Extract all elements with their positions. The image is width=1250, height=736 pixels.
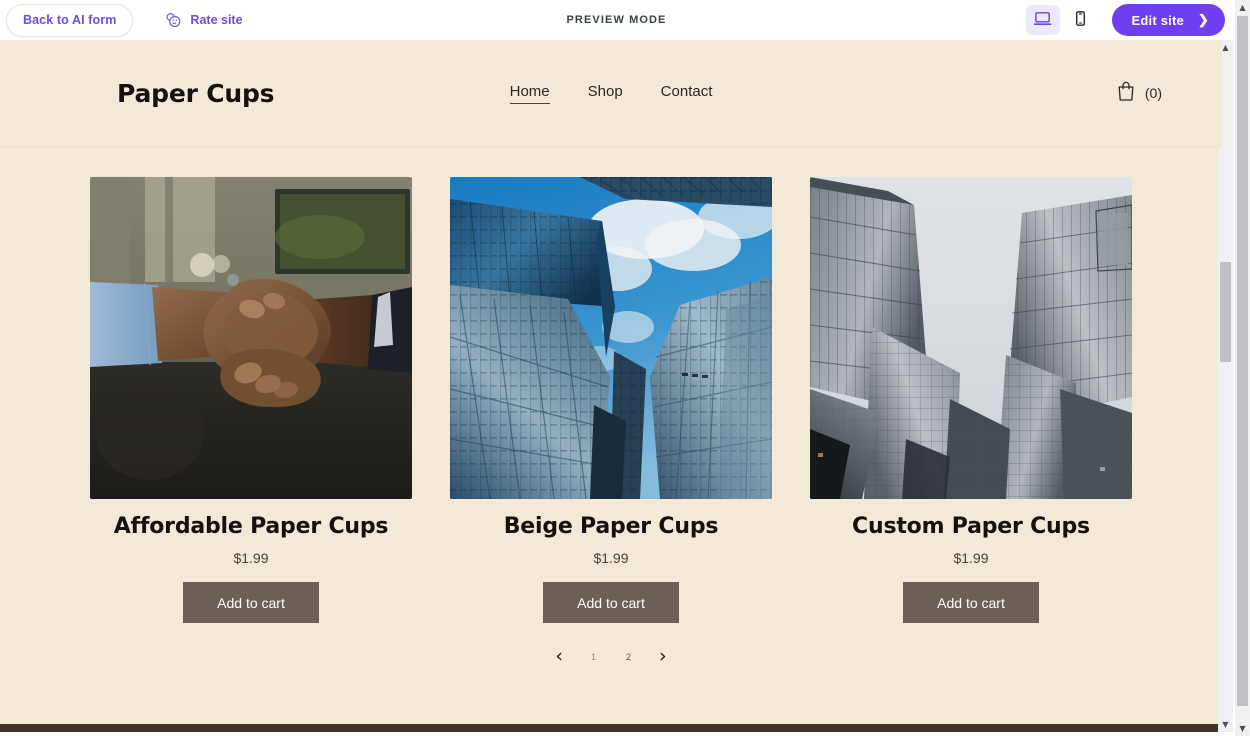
product-grid: Affordable Paper Cups $1.99 Add to cart [0,146,1222,623]
pagination-next-icon[interactable]: › [657,647,669,666]
rate-site-button[interactable]: Rate site [163,10,243,30]
product-card: Custom Paper Cups $1.99 Add to cart [810,177,1132,623]
product-card: Affordable Paper Cups $1.99 Add to cart [90,177,412,623]
previewed-website: Paper Cups Home Shop Contact (0) Afforda… [0,40,1222,732]
add-to-cart-button[interactable]: Add to cart [543,582,679,623]
smiley-faces-icon [163,10,183,30]
product-price: $1.99 [953,550,989,566]
product-title[interactable]: Affordable Paper Cups [90,514,412,539]
window-scrollbar-thumb[interactable] [1237,16,1248,706]
cart-count-label: (0) [1144,85,1162,101]
pagination-page-2[interactable]: 2 [622,652,635,662]
product-image-handshake[interactable] [90,177,412,499]
product-card: Beige Paper Cups $1.99 Add to cart [450,177,772,623]
desktop-view-toggle[interactable] [1025,5,1060,35]
nav-item-home[interactable]: Home [509,83,550,104]
nav-item-shop[interactable]: Shop [588,83,623,104]
product-price: $1.99 [233,550,269,566]
mobile-phone-icon [1071,9,1090,31]
scroll-down-icon[interactable]: ▼ [1218,717,1233,732]
back-to-ai-form-button[interactable]: Back to AI form [6,3,134,37]
cart-button[interactable]: (0) [1116,80,1162,107]
site-logo[interactable]: Paper Cups [117,79,275,108]
pagination-prev-icon[interactable]: ‹ [553,647,565,666]
product-title[interactable]: Beige Paper Cups [450,514,772,539]
rate-site-label: Rate site [190,13,243,27]
site-preview-viewport: Paper Cups Home Shop Contact (0) Afforda… [0,40,1222,732]
window-scroll-up-icon[interactable]: ▲ [1235,0,1250,15]
desktop-monitor-icon [1033,9,1052,31]
product-title[interactable]: Custom Paper Cups [810,514,1132,539]
nav-item-contact[interactable]: Contact [661,83,713,104]
site-header: Paper Cups Home Shop Contact (0) [0,40,1222,146]
product-price: $1.99 [593,550,629,566]
shopping-bag-icon [1116,80,1136,107]
chevron-right-icon: ❯ [1197,12,1209,27]
window-scroll-down-icon[interactable]: ▼ [1235,721,1250,736]
site-footer-strip [0,724,1222,732]
edit-site-button[interactable]: Edit site ❯ [1111,4,1225,36]
mobile-view-toggle[interactable] [1064,5,1098,35]
product-image-blue-skyscrapers[interactable] [450,177,772,499]
pagination-page-1[interactable]: 1 [587,652,600,662]
builder-top-bar: Back to AI form Rate site PREVIEW MODE E… [0,0,1233,40]
pagination: ‹ 1 2 › [0,647,1222,666]
product-image-monochrome-buildings[interactable] [810,177,1132,499]
preview-scrollbar-thumb[interactable] [1220,262,1231,362]
builder-bar-right-controls: Edit site ❯ [1025,4,1233,36]
edit-site-label: Edit site [1131,12,1184,28]
add-to-cart-button[interactable]: Add to cart [183,582,319,623]
back-to-ai-form-label: Back to AI form [23,13,117,27]
window-scrollbar[interactable]: ▲ ▼ [1235,0,1250,736]
add-to-cart-button[interactable]: Add to cart [903,582,1039,623]
